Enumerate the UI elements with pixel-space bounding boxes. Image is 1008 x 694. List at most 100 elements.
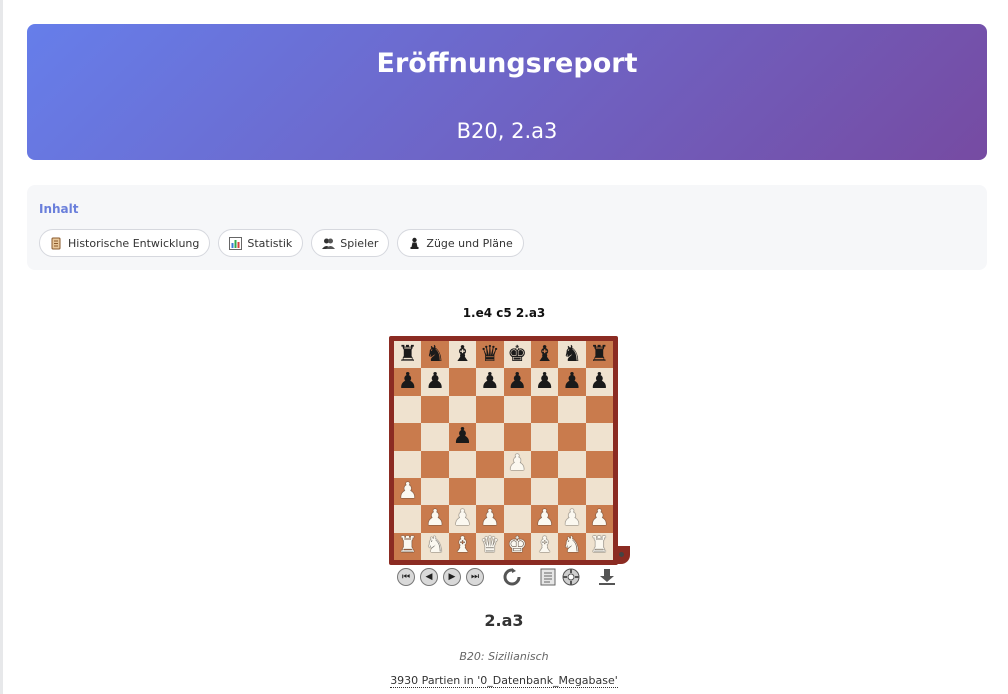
square-a2[interactable] xyxy=(394,505,422,533)
square-e8[interactable]: ♚ xyxy=(503,341,531,369)
black-rook-icon[interactable]: ♜ xyxy=(589,343,609,366)
square-e2[interactable] xyxy=(503,505,531,533)
chess-board[interactable]: ♜ ♞ ♝ ♛ ♚ ♝ ♞ ♜ ♟ ♟ ♟ ♟ ♟ ♟ ♟ ♟ ♟ ♟ ♟ ♟ ♟ ♟ ♟ ♟ ♜ ♞ ♝ ♛ ♚ ♝ ♞ ♜ xyxy=(394,341,613,560)
square-b3[interactable] xyxy=(421,477,449,506)
square-g2[interactable]: ♟ xyxy=(558,505,586,533)
toc-item-historische-entwicklung[interactable]: Historische Entwicklung xyxy=(39,229,211,257)
white-rook-icon[interactable]: ♜ xyxy=(589,535,609,557)
black-knight-icon[interactable]: ♞ xyxy=(562,343,582,366)
square-d3[interactable] xyxy=(476,477,504,506)
white-pawn-icon[interactable]: ♟ xyxy=(398,480,418,503)
black-pawn-icon[interactable]: ♟ xyxy=(507,371,527,393)
black-knight-icon[interactable]: ♞ xyxy=(425,343,445,366)
square-g6[interactable] xyxy=(558,395,586,424)
square-a6[interactable] xyxy=(394,395,422,424)
square-e3[interactable] xyxy=(503,477,531,506)
square-g5[interactable] xyxy=(558,423,586,451)
toc-item-spieler[interactable]: Spieler xyxy=(311,229,390,257)
black-king-icon[interactable]: ♚ xyxy=(507,343,527,366)
square-c1[interactable]: ♝ xyxy=(448,532,477,560)
square-e5[interactable] xyxy=(503,423,531,451)
square-c6[interactable] xyxy=(448,395,477,424)
square-d6[interactable] xyxy=(476,395,504,424)
square-h2[interactable]: ♟ xyxy=(585,505,613,533)
square-h3[interactable] xyxy=(585,477,613,506)
download-icon[interactable] xyxy=(598,568,616,586)
square-f7[interactable]: ♟ xyxy=(530,368,559,396)
square-b1[interactable]: ♞ xyxy=(421,532,449,560)
white-pawn-icon[interactable]: ♟ xyxy=(507,453,527,475)
square-g4[interactable] xyxy=(558,450,586,478)
square-f1[interactable]: ♝ xyxy=(530,532,559,560)
square-a8[interactable]: ♜ xyxy=(394,341,422,369)
square-b4[interactable] xyxy=(421,450,449,478)
first-move-icon[interactable]: ⏮ xyxy=(397,568,415,586)
white-pawn-icon[interactable]: ♟ xyxy=(453,507,473,530)
white-queen-icon[interactable]: ♛ xyxy=(480,535,500,557)
square-a4[interactable] xyxy=(394,450,422,478)
black-pawn-icon[interactable]: ♟ xyxy=(480,371,500,393)
square-c3[interactable] xyxy=(448,477,477,506)
square-g1[interactable]: ♞ xyxy=(558,532,586,560)
black-pawn-icon[interactable]: ♟ xyxy=(453,425,473,448)
black-queen-icon[interactable]: ♛ xyxy=(480,343,500,366)
square-c8[interactable]: ♝ xyxy=(448,341,477,369)
square-e4[interactable]: ♟ xyxy=(503,450,531,478)
square-f5[interactable] xyxy=(530,423,559,451)
engine-icon[interactable] xyxy=(562,568,580,586)
notation-icon[interactable] xyxy=(539,568,557,586)
white-king-icon[interactable]: ♚ xyxy=(507,535,527,557)
board-resize-handle[interactable] xyxy=(612,546,630,564)
square-d8[interactable]: ♛ xyxy=(476,341,504,369)
square-b2[interactable]: ♟ xyxy=(421,505,449,533)
square-a3[interactable]: ♟ xyxy=(394,477,422,506)
white-bishop-icon[interactable]: ♝ xyxy=(535,535,555,557)
square-b7[interactable]: ♟ xyxy=(421,368,449,396)
square-e7[interactable]: ♟ xyxy=(503,368,531,396)
square-h6[interactable] xyxy=(585,395,613,424)
last-move-icon[interactable]: ⏭ xyxy=(466,568,484,586)
white-knight-icon[interactable]: ♞ xyxy=(562,535,582,557)
white-rook-icon[interactable]: ♜ xyxy=(398,535,418,557)
black-pawn-icon[interactable]: ♟ xyxy=(425,371,445,393)
square-f2[interactable]: ♟ xyxy=(530,505,559,533)
black-pawn-icon[interactable]: ♟ xyxy=(562,371,582,393)
black-pawn-icon[interactable]: ♟ xyxy=(589,371,609,393)
square-a5[interactable] xyxy=(394,423,422,451)
flip-board-icon[interactable] xyxy=(503,568,521,586)
square-b8[interactable]: ♞ xyxy=(421,341,449,369)
white-pawn-icon[interactable]: ♟ xyxy=(425,507,445,530)
square-f3[interactable] xyxy=(530,477,559,506)
square-b5[interactable] xyxy=(421,423,449,451)
square-c7[interactable] xyxy=(448,368,477,396)
square-g7[interactable]: ♟ xyxy=(558,368,586,396)
square-b6[interactable] xyxy=(421,395,449,424)
white-knight-icon[interactable]: ♞ xyxy=(425,535,445,557)
square-f8[interactable]: ♝ xyxy=(530,341,559,369)
square-h4[interactable] xyxy=(585,450,613,478)
white-bishop-icon[interactable]: ♝ xyxy=(453,535,473,557)
square-h5[interactable] xyxy=(585,423,613,451)
square-d4[interactable] xyxy=(476,450,504,478)
square-h7[interactable]: ♟ xyxy=(585,368,613,396)
square-d5[interactable] xyxy=(476,423,504,451)
black-pawn-icon[interactable]: ♟ xyxy=(398,371,418,393)
white-pawn-icon[interactable]: ♟ xyxy=(535,507,555,530)
square-h1[interactable]: ♜ xyxy=(585,532,613,560)
square-a1[interactable]: ♜ xyxy=(394,532,422,560)
square-d7[interactable]: ♟ xyxy=(476,368,504,396)
square-d2[interactable]: ♟ xyxy=(476,505,504,533)
square-e6[interactable] xyxy=(503,395,531,424)
square-h8[interactable]: ♜ xyxy=(585,341,613,369)
square-g8[interactable]: ♞ xyxy=(558,341,586,369)
square-c2[interactable]: ♟ xyxy=(448,505,477,533)
white-pawn-icon[interactable]: ♟ xyxy=(480,507,500,530)
toc-item-statistik[interactable]: Statistik xyxy=(218,229,304,257)
square-g3[interactable] xyxy=(558,477,586,506)
black-rook-icon[interactable]: ♜ xyxy=(398,343,418,366)
square-d1[interactable]: ♛ xyxy=(476,532,504,560)
black-bishop-icon[interactable]: ♝ xyxy=(453,343,473,366)
black-pawn-icon[interactable]: ♟ xyxy=(535,371,555,393)
square-c5[interactable]: ♟ xyxy=(448,423,477,451)
square-f6[interactable] xyxy=(530,395,559,424)
